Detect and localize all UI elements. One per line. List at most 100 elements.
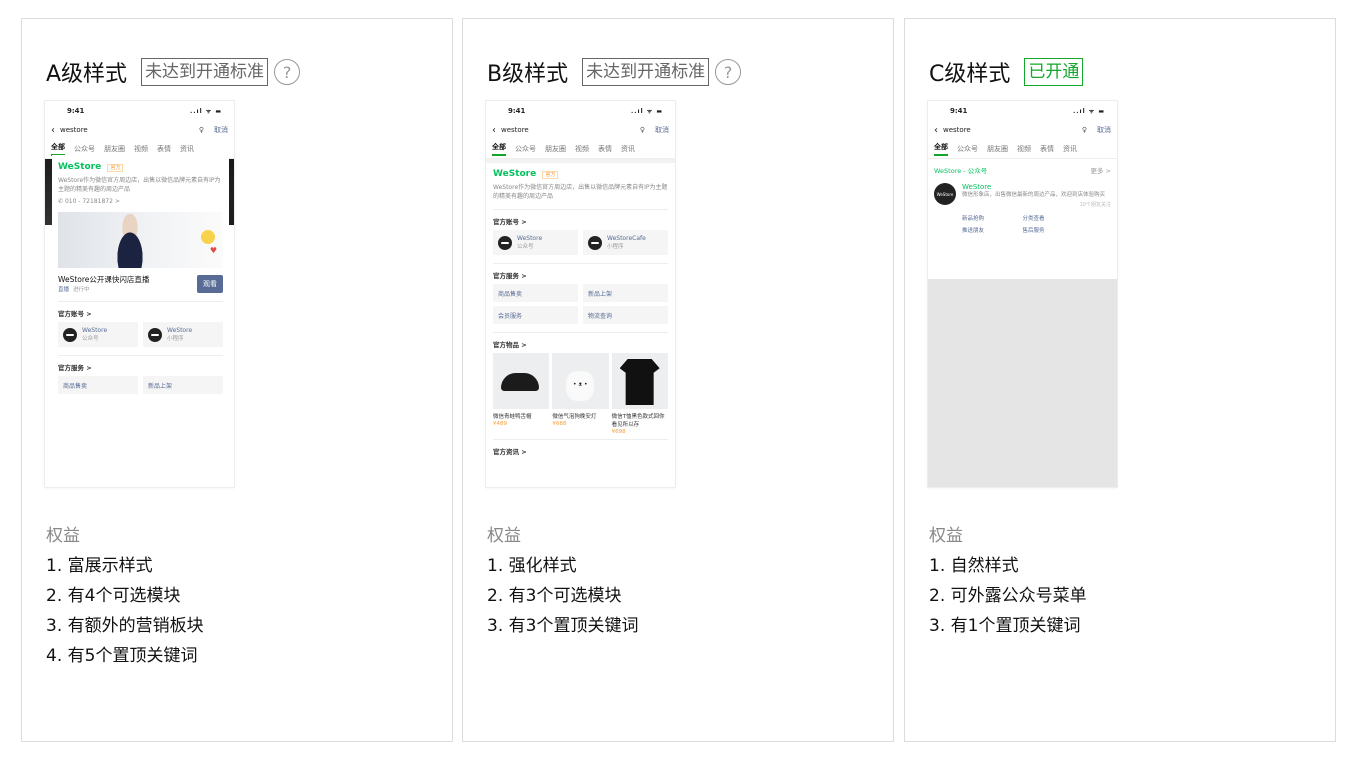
benefit-item: 4. 有5个置顶关键词 — [46, 646, 198, 666]
card-header: C级样式 已开通 — [929, 55, 1084, 89]
product-item: 微信气泡狗晚安灯 ¥688 — [552, 353, 609, 435]
tab-video: 视频 — [1017, 144, 1031, 153]
emoji-icon — [201, 230, 215, 244]
account-item: WeStore 公众号 — [493, 230, 578, 255]
status-badge: 未达到开通标准 — [582, 58, 710, 86]
product-price: ¥698 — [611, 429, 626, 435]
status-time: 9:41 — [67, 107, 85, 115]
brand-panel: WeStore 官方 WeStore作为微信官方周边店，出售以微信品牌元素自有I… — [486, 163, 675, 456]
tab-video: 视频 — [134, 144, 148, 153]
back-icon: ‹ — [51, 124, 55, 136]
tab-moments: 朋友圈 — [987, 144, 1008, 153]
card-header: A级样式 未达到开通标准 ? — [46, 55, 301, 89]
tab-sticker: 表情 — [1040, 144, 1054, 153]
live-row: WeStore公开课快闪店直播 直播 进行中 观看 — [58, 274, 223, 293]
signal-icon: ..ıl ᯤ ▬ — [631, 108, 663, 115]
benefit-item: 1. 富展示样式 — [46, 556, 153, 576]
live-state: 进行中 — [73, 287, 90, 293]
account-item: WeStoreCafe 小程序 — [583, 230, 668, 255]
help-icon[interactable]: ? — [274, 59, 301, 85]
menu-item: 售后服务 — [1022, 228, 1045, 234]
cancel-link: 取消 — [214, 126, 228, 134]
service-item: 会员服务 — [493, 306, 578, 324]
menu-item: 分类查看 — [1022, 216, 1045, 222]
status-bar: 9:41 ..ıl ᯤ ▬ — [486, 101, 675, 121]
status-time: 9:41 — [950, 107, 968, 115]
brand-panel: WeStore 官方 WeStore作为微信官方周边店，出售以微信品牌元素自有I… — [52, 155, 229, 487]
phone-line: ✆ 010 - 72181872 > — [58, 197, 223, 206]
card-title: B级样式 — [487, 62, 569, 87]
tab-news: 资讯 — [621, 144, 635, 153]
benefits-list: 权益 1. 强化样式 2. 有3个可选模块 3. 有3个置顶关键词 — [487, 521, 638, 641]
tab-sticker: 表情 — [598, 144, 612, 153]
account-logo-icon — [63, 327, 77, 342]
tab-video: 视频 — [575, 144, 589, 153]
more-link: 更多 > — [1090, 167, 1111, 175]
cap-image — [493, 353, 550, 409]
account-name: WeStore — [82, 327, 108, 334]
benefit-item: 3. 有1个置顶关键词 — [929, 616, 1081, 636]
heart-icon: ♥ — [209, 246, 217, 255]
tab-moments: 朋友圈 — [104, 144, 125, 153]
help-icon[interactable]: ? — [715, 59, 742, 85]
preview-phone: 9:41 ..ıl ᯤ ▬ ‹ westore ♀ 取消 全部 公众号 朋友圈 … — [45, 101, 234, 487]
followers-count: 10个朋友关注 — [1079, 202, 1111, 208]
product-item: 微信青蛙鸭舌帽 ¥489 — [493, 353, 550, 435]
benefits-title: 权益 — [929, 526, 963, 546]
account-item: WeStore 小程序 — [143, 322, 223, 347]
account-type: 小程序 — [607, 244, 624, 250]
account-name: WeStore — [167, 327, 193, 334]
product-item: 微信T恤黑色款式回你看见所以存 ¥698 — [611, 353, 668, 435]
status-badge: 已开通 — [1024, 58, 1084, 86]
search-tabs: 全部 公众号 朋友圈 视频 表情 资讯 — [928, 139, 1117, 159]
product-price: ¥688 — [552, 421, 567, 427]
account-logo-icon — [588, 235, 602, 250]
brand-name: WeStore — [58, 162, 102, 172]
product-name: 微信青蛙鸭舌帽 — [493, 414, 532, 420]
phone-number: 010 - 72181872 > — [64, 198, 120, 205]
result-header: WeStore - 公众号 更多 > — [928, 159, 1117, 175]
account-type: 公众号 — [82, 336, 99, 342]
service-item: 商品售卖 — [493, 284, 578, 302]
account-item: WeStore 公众号 — [58, 322, 138, 347]
service-item: 新品上架 — [143, 376, 223, 394]
account-logo-icon: WeStore — [934, 183, 956, 205]
search-tabs: 全部 公众号 朋友圈 视频 表情 资讯 — [486, 139, 675, 159]
status-badge: 未达到开通标准 — [141, 58, 269, 86]
account-logo-icon — [498, 235, 512, 250]
card-title: C级样式 — [929, 62, 1011, 87]
tab-moments: 朋友圈 — [545, 144, 566, 153]
account-type: 公众号 — [517, 244, 534, 250]
card-header: B级样式 未达到开通标准 ? — [487, 55, 742, 89]
account-description: 微信形象店，出售微信最新的周边产品，欢迎到店体验购买 — [962, 192, 1106, 198]
official-tag: 官方 — [542, 170, 559, 179]
signal-icon: ..ıl ᯤ ▬ — [190, 108, 222, 115]
section-official-products: 官方物品 > — [493, 341, 527, 349]
live-cover-image: ♥ — [58, 212, 223, 268]
empty-area — [928, 279, 1117, 487]
benefit-item: 1. 自然样式 — [929, 556, 1019, 576]
back-icon: ‹ — [492, 124, 496, 136]
preview-phone: 9:41 ..ıl ᯤ ▬ ‹ westore ♀ 取消 全部 公众号 朋友圈 … — [486, 101, 675, 487]
benefits-title: 权益 — [46, 526, 80, 546]
tab-official: 公众号 — [515, 144, 536, 153]
search-query: westore — [943, 126, 971, 134]
cancel-link: 取消 — [655, 126, 669, 134]
account-type: 小程序 — [167, 336, 184, 342]
tab-sticker: 表情 — [157, 144, 171, 153]
benefit-item: 1. 强化样式 — [487, 556, 577, 576]
service-item: 商品售卖 — [58, 376, 138, 394]
search-query: westore — [501, 126, 529, 134]
product-list: 微信青蛙鸭舌帽 ¥489 微信气泡狗晚安灯 ¥688 微信T恤黑色款式回你看见所… — [493, 353, 668, 435]
phone-icon: ✆ — [58, 198, 65, 205]
signal-icon: ..ıl ᯤ ▬ — [1073, 108, 1105, 115]
tab-all: 全部 — [492, 142, 506, 156]
tab-all: 全部 — [51, 142, 65, 156]
search-bar: ‹ westore ♀ 取消 — [45, 121, 234, 139]
card-a-level: A级样式 未达到开通标准 ? 9:41 ..ıl ᯤ ▬ ‹ westore ♀… — [21, 18, 453, 742]
section-official-services: 官方服务 > — [493, 272, 527, 280]
product-price: ¥489 — [493, 421, 507, 427]
benefit-item: 3. 有额外的营销板块 — [46, 616, 204, 636]
benefit-item: 3. 有3个置顶关键词 — [487, 616, 639, 636]
account-name: WeStore — [517, 235, 543, 242]
